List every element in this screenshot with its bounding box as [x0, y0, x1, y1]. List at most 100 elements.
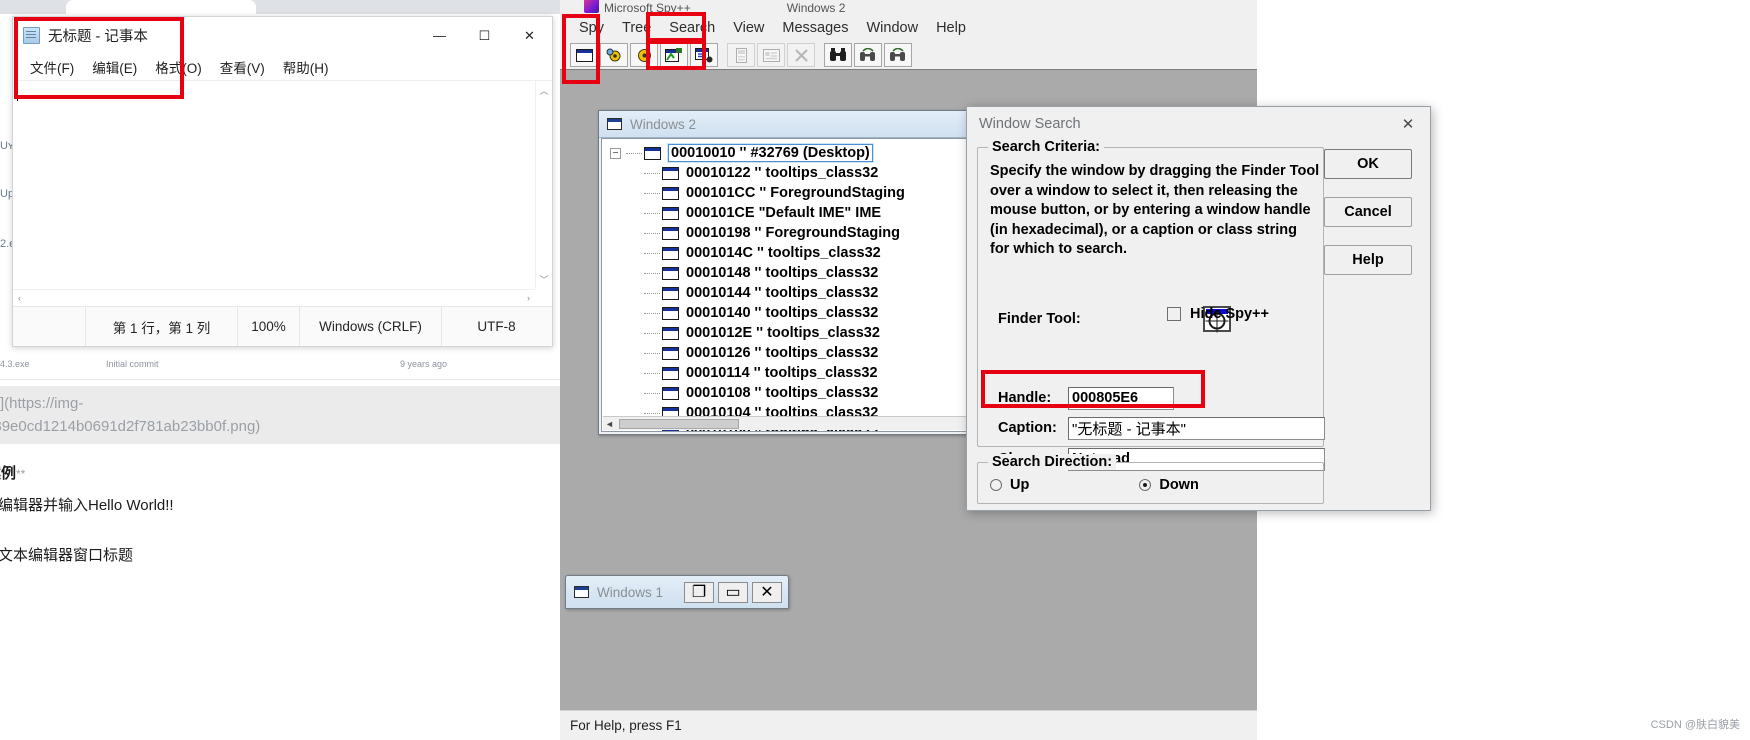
- menu-edit[interactable]: 编辑(E): [83, 55, 146, 79]
- close-icon[interactable]: ✕: [507, 17, 552, 54]
- close-icon[interactable]: ✕: [1394, 113, 1422, 135]
- dialog-buttons: OK Cancel Help: [1324, 149, 1412, 275]
- search-direction-label: Search Direction:: [988, 454, 1117, 470]
- tree-line: [644, 352, 660, 354]
- handle-input[interactable]: 000805E6: [1068, 386, 1174, 410]
- stop-icon: [787, 43, 815, 67]
- tree-line: [644, 292, 660, 294]
- spy-menubar: Spy Tree Search View Messages Window Hel…: [560, 15, 1257, 41]
- ok-button[interactable]: OK: [1324, 149, 1412, 179]
- hide-spy-label: Hide Spy++: [1190, 306, 1269, 322]
- collapse-icon[interactable]: −: [610, 147, 621, 159]
- window-icon: [644, 146, 661, 160]
- spy-titlebar[interactable]: Microsoft Spy++ Windows 2: [560, 0, 1257, 15]
- text-caret: [17, 85, 18, 101]
- window-icon: [662, 186, 679, 200]
- menu-file[interactable]: 文件(F): [21, 55, 83, 79]
- windows-view-icon[interactable]: [570, 43, 598, 67]
- notepad-window[interactable]: 无标题 - 记事本 — ☐ ✕ 文件(F) 编辑(E) 格式(O) 查看(V) …: [12, 16, 553, 347]
- tree-node-label: 00010144 '' tooltips_class32: [686, 285, 879, 301]
- search-criteria-description: Specify the window by dragging the Finde…: [990, 163, 1320, 257]
- maximize-icon[interactable]: ☐: [462, 17, 507, 54]
- threads-view-icon[interactable]: [630, 43, 658, 67]
- menu-format[interactable]: 格式(O): [146, 55, 211, 79]
- maximize-icon[interactable]: ▭: [718, 581, 748, 603]
- scroll-left-icon[interactable]: ‹: [18, 290, 21, 306]
- mdi-windows1-controls: ❐ ▭ ✕: [684, 581, 782, 603]
- hide-spy-checkbox[interactable]: [1167, 307, 1181, 321]
- handle-label: Handle:: [998, 390, 1052, 406]
- process-properties-icon: [727, 43, 755, 67]
- browser-tab-strip: [0, 0, 560, 14]
- markdown-body-line-1: 文本编辑器并输入Hello World!!: [0, 497, 174, 514]
- spy-toolbar: [560, 41, 1257, 69]
- tree-line: [644, 212, 660, 214]
- scroll-right-icon[interactable]: ›: [527, 290, 530, 306]
- find-binoculars-icon[interactable]: [824, 43, 852, 67]
- menu-help[interactable]: 帮助(H): [274, 55, 338, 79]
- spy-active-child-title: Windows 2: [786, 0, 846, 15]
- notepad-vertical-scrollbar[interactable]: ︿ ﹀: [535, 81, 552, 289]
- find-next-icon[interactable]: [854, 43, 882, 67]
- handle-field-row: Handle: 000805E6: [998, 386, 1174, 410]
- tree-line: [644, 172, 660, 174]
- markdown-code-block: 图片描述](https://img- g.cn/f9689e0cd1214b06…: [0, 386, 560, 444]
- tree-line: [644, 272, 660, 274]
- notepad-text-area[interactable]: ︿ ﹀ ‹ ›: [13, 80, 552, 306]
- window-list-icon: [607, 118, 622, 130]
- minimize-icon[interactable]: —: [417, 17, 462, 54]
- tree-scroll-left-icon[interactable]: ◄: [605, 419, 614, 429]
- find-previous-icon[interactable]: [884, 43, 912, 67]
- tree-node-label: 00010122 '' tooltips_class32: [686, 165, 879, 181]
- radio-up[interactable]: [990, 479, 1002, 491]
- radio-up-label: Up: [1010, 477, 1030, 493]
- cancel-button[interactable]: Cancel: [1324, 197, 1412, 227]
- close-icon[interactable]: ✕: [752, 581, 782, 603]
- radio-down-label: Down: [1159, 477, 1199, 493]
- browser-tab[interactable]: [66, 0, 256, 14]
- tree-node-label: 00010126 '' tooltips_class32: [686, 345, 879, 361]
- tree-node-label: 00010148 '' tooltips_class32: [686, 265, 879, 281]
- notepad-icon: [23, 27, 40, 44]
- spy-menu-messages[interactable]: Messages: [773, 17, 857, 39]
- window-icon: [662, 286, 679, 300]
- notepad-window-controls: — ☐ ✕: [417, 17, 552, 54]
- notepad-titlebar[interactable]: 无标题 - 记事本 — ☐ ✕: [13, 17, 552, 54]
- window-icon: [662, 366, 679, 380]
- window-search-dialog[interactable]: Window Search ✕ Search Criteria: Specify…: [966, 106, 1431, 511]
- menu-view[interactable]: 查看(V): [211, 55, 274, 79]
- notepad-menubar: 文件(F) 编辑(E) 格式(O) 查看(V) 帮助(H): [13, 54, 552, 80]
- status-encoding: UTF-8: [441, 307, 551, 346]
- spy-menu-view[interactable]: View: [724, 17, 773, 39]
- finder-tool-label: Finder Tool:: [998, 311, 1081, 327]
- scroll-up-icon[interactable]: ︿: [539, 81, 548, 100]
- spy-menu-tree[interactable]: Tree: [613, 17, 660, 39]
- radio-down[interactable]: [1139, 479, 1152, 491]
- spy-menu-help[interactable]: Help: [927, 17, 975, 39]
- notepad-statusbar: 第 1 行，第 1 列 100% Windows (CRLF) UTF-8: [13, 306, 552, 346]
- help-button[interactable]: Help: [1324, 245, 1412, 275]
- hide-spy-checkbox-row[interactable]: Hide Spy++: [1167, 306, 1269, 322]
- caption-input[interactable]: "无标题 - 记事本": [1068, 416, 1325, 440]
- find-message-icon[interactable]: [690, 43, 718, 67]
- spy-status-text: For Help, press F1: [570, 718, 682, 733]
- spy-app-icon: [584, 0, 599, 13]
- repo-file-name: 4.3.exe: [0, 359, 30, 369]
- processes-view-icon[interactable]: [600, 43, 628, 67]
- spy-menu-search[interactable]: Search: [660, 17, 724, 39]
- restore-icon[interactable]: ❐: [684, 581, 714, 603]
- window-search-titlebar[interactable]: Window Search ✕: [967, 107, 1430, 140]
- find-window-icon[interactable]: [660, 43, 688, 67]
- spy-menu-spy[interactable]: Spy: [570, 17, 613, 39]
- tree-line: [644, 312, 660, 314]
- scroll-down-icon[interactable]: ﹀: [539, 270, 548, 289]
- tree-line: [644, 192, 660, 194]
- spy-menu-window[interactable]: Window: [858, 17, 928, 39]
- mdi-child-windows-1-minimized[interactable]: Windows 1 ❐ ▭ ✕: [565, 575, 789, 609]
- status-line-ending: Windows (CRLF): [299, 307, 441, 346]
- markdown-heading-text: 案例: [0, 465, 17, 482]
- search-criteria-label: Search Criteria:: [988, 139, 1104, 155]
- notepad-horizontal-scrollbar[interactable]: ‹ ›: [13, 289, 535, 306]
- tree-scroll-thumb[interactable]: [619, 419, 739, 429]
- repo-file-row[interactable]: 4.3.exe Initial commit 9 years ago: [0, 352, 560, 380]
